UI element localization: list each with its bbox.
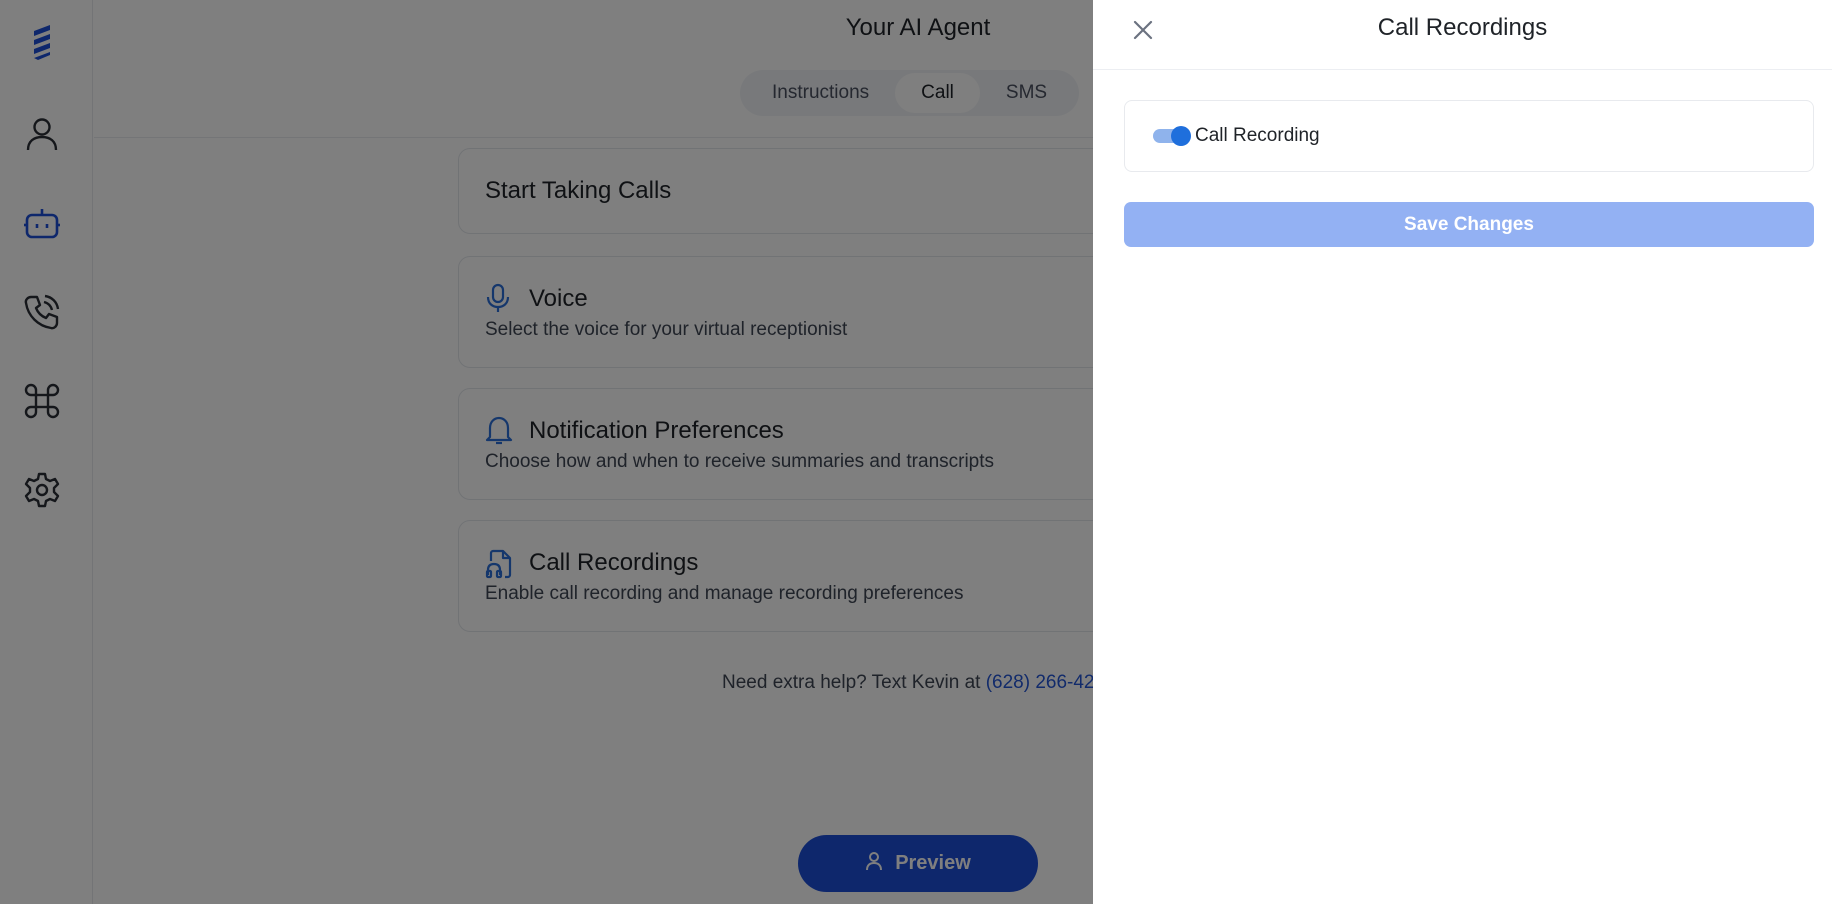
toggle-label: Call Recording [1195, 125, 1320, 146]
toggle-knob [1171, 126, 1191, 146]
call-recording-setting: Call Recording [1124, 100, 1814, 172]
close-icon[interactable] [1127, 14, 1159, 46]
save-changes-button[interactable]: Save Changes [1124, 202, 1814, 247]
call-recording-toggle[interactable] [1153, 126, 1191, 146]
drawer-header: Call Recordings [1093, 0, 1832, 70]
call-recordings-drawer: Call Recordings Call Recording Save Chan… [1093, 0, 1832, 904]
drawer-title: Call Recordings [1377, 14, 1548, 41]
